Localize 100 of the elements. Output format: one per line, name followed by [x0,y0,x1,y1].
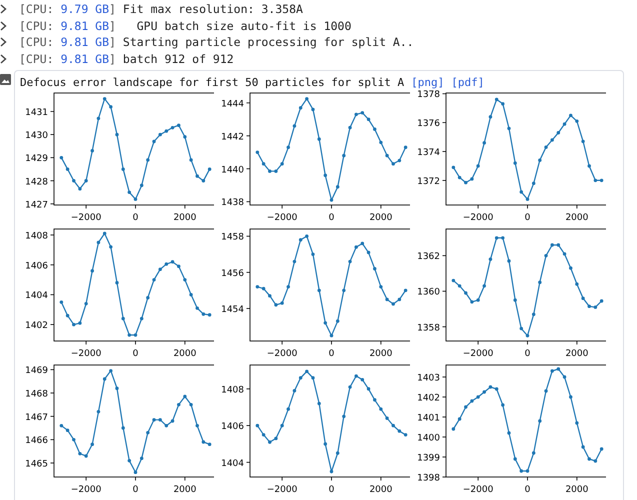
x-tick-label: −2000 [70,213,102,223]
y-tick-label: 1376 [417,119,440,130]
y-tick-label: 1400 [417,434,440,444]
y-tick-label: 1404 [221,458,244,469]
y-tick: 1456 [221,268,250,279]
x-tick: −2000 [70,340,102,359]
x-tick: 2000 [173,340,196,359]
y-tick-label: 1362 [417,252,440,262]
x-tick-label: −2000 [266,349,298,359]
y-tick-label: 1378 [417,90,440,100]
x-tick-label: −2000 [462,213,494,223]
x-tick-label: 0 [132,485,139,495]
x-tick: 0 [524,476,530,495]
y-tick: 1430 [25,131,54,142]
x-tick-label: 2000 [173,213,197,223]
download-link[interactable]: [pdf] [451,76,484,89]
y-tick: 1360 [417,288,446,298]
y-tick: 1431 [25,108,54,118]
x-tick-label: −2000 [70,349,102,359]
x-tick: 0 [524,204,530,223]
y-tick-label: 1401 [417,414,440,424]
y-tick-label: 1406 [221,422,244,432]
y-tick: 1428 [25,177,54,188]
y-tick-label: 1428 [25,177,48,188]
x-tick-label: 0 [328,213,335,223]
y-tick-label: 1374 [417,148,440,158]
x-tick: 2000 [565,204,588,223]
x-tick: 0 [524,340,530,359]
x-tick: 0 [132,476,138,495]
y-tick-label: 1431 [25,108,48,118]
x-tick: −2000 [70,476,102,495]
y-tick-label: 1444 [221,99,244,110]
x-tick: 2000 [565,476,588,495]
y-tick-label: 1427 [25,200,48,210]
y-tick: 1362 [417,252,446,262]
y-tick-label: 1466 [25,436,48,446]
x-tick-label: 2000 [565,349,589,359]
download-link[interactable]: [png] [411,76,444,89]
y-tick-label: 1454 [221,304,244,315]
x-tick-label: 2000 [173,485,197,495]
y-tick: 1401 [417,414,446,424]
x-tick-label: 0 [132,213,139,223]
y-tick-label: 1398 [417,474,440,484]
y-tick: 1458 [221,232,250,243]
y-tick: 1469 [25,366,54,376]
y-tick: 1403 [417,374,446,384]
y-tick: 1440 [221,165,250,176]
y-tick: 1468 [25,390,54,400]
y-tick: 1438 [221,198,250,208]
y-tick-label: 1406 [25,261,48,272]
x-tick-label: 0 [132,349,139,359]
y-tick-label: 1442 [221,132,244,142]
y-tick: 1442 [221,132,250,142]
y-tick: 1467 [25,412,54,423]
x-tick: −2000 [70,204,102,223]
x-tick-label: 2000 [369,485,393,495]
y-tick-label: 1467 [25,412,48,423]
y-tick-label: 1404 [25,291,48,302]
x-tick-label: 2000 [565,213,589,223]
x-tick: 0 [132,204,138,223]
y-tick-label: 1440 [221,165,244,176]
x-tick-label: −2000 [266,213,298,223]
x-tick-label: 2000 [369,349,393,359]
x-tick-label: 2000 [565,485,589,495]
x-tick: −2000 [462,476,494,495]
y-tick-label: 1399 [417,454,440,464]
y-tick: 1427 [25,200,54,210]
y-tick: 1372 [417,176,446,187]
x-tick-label: −2000 [266,485,298,495]
x-tick: 2000 [369,476,392,495]
x-tick: 0 [328,204,334,223]
output-title: Defocus error landscape for first 50 particles for split A [20,76,404,89]
y-tick: 1402 [25,321,54,332]
y-tick: 1376 [417,119,446,130]
y-tick-label: 1430 [25,131,48,142]
log-line: [CPU: 9.79 GB] Fit max resolution: 3.358A [19,2,303,16]
y-tick-label: 1408 [221,385,244,396]
x-tick: 0 [132,340,138,359]
y-tick: 1408 [221,385,250,396]
y-tick-label: 1358 [417,323,440,334]
log-line: [CPU: 9.81 GB] batch 912 of 912 [19,52,234,66]
x-tick-label: 2000 [173,349,197,359]
y-tick-label: 1465 [25,460,48,470]
x-tick: 2000 [369,340,392,359]
x-tick: −2000 [462,340,494,359]
y-tick-label: 1438 [221,198,244,208]
y-tick-label: 1458 [221,232,244,243]
x-tick: 2000 [369,204,392,223]
x-tick: −2000 [266,204,298,223]
x-tick-label: 2000 [369,213,393,223]
y-tick-label: 1402 [417,394,440,404]
x-tick-label: −2000 [462,485,494,495]
x-tick-label: −2000 [70,485,102,495]
x-tick: 2000 [173,204,196,223]
log-line: [CPU: 9.81 GB] Starting particle processing for split A.. [19,35,414,50]
y-tick: 1358 [417,323,446,334]
x-tick: 2000 [565,340,588,359]
y-tick: 1429 [25,154,54,164]
y-tick: 1406 [25,261,54,272]
x-tick-label: 0 [524,349,531,359]
